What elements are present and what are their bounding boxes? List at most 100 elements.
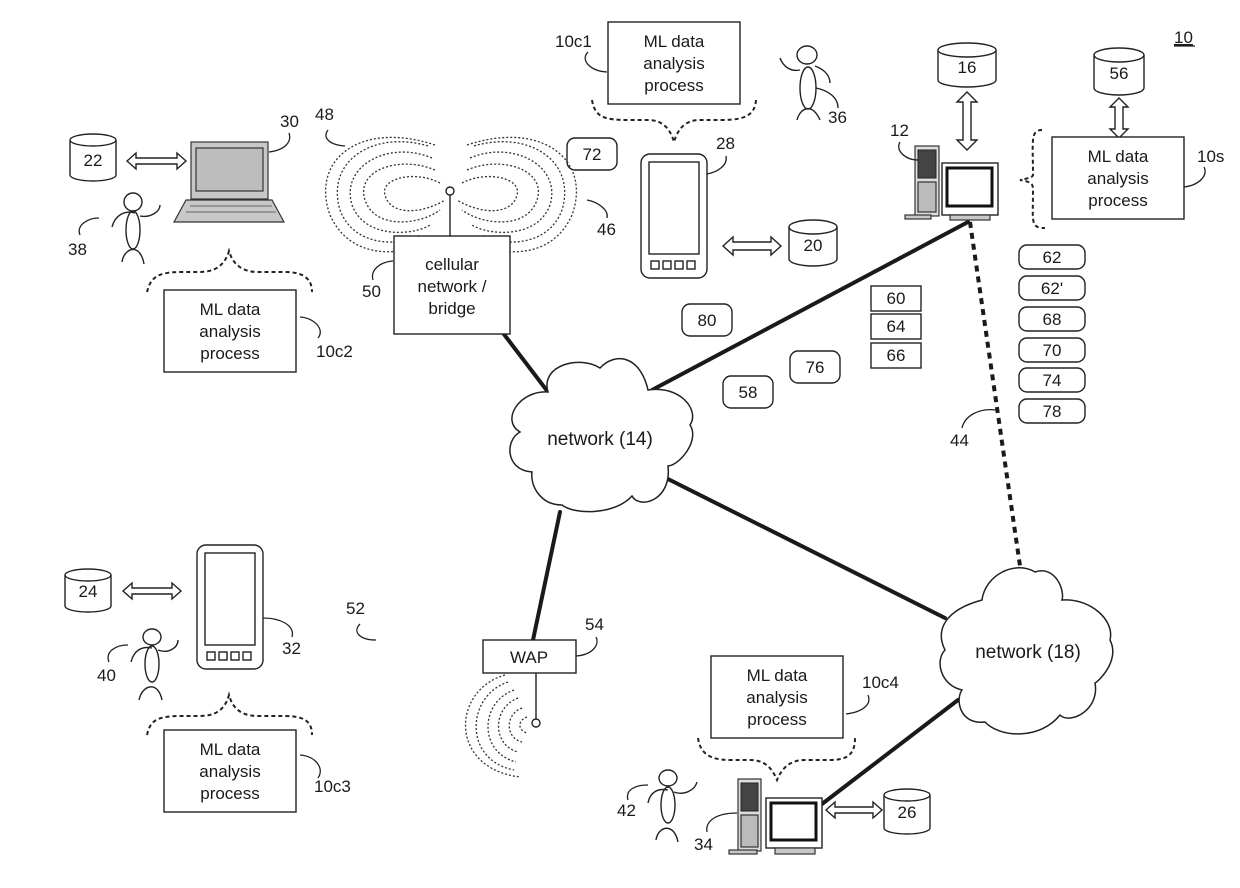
storage-56: 56 xyxy=(1093,47,1145,96)
leader-28 xyxy=(706,155,727,175)
storage-22: 22 xyxy=(69,133,117,182)
user-42-ref: 42 xyxy=(617,801,636,820)
process-10c4-line1: ML data xyxy=(747,666,808,685)
server-12-ref: 12 xyxy=(890,121,909,140)
user-36-ref: 36 xyxy=(828,108,847,127)
process-10c4-line3: process xyxy=(747,710,807,729)
bridge-line3: bridge xyxy=(428,299,475,318)
tag-column: 62 62' 68 70 74 78 xyxy=(1018,244,1086,424)
leader-10s xyxy=(1183,166,1206,188)
desktop-computer-34 xyxy=(728,778,823,855)
tag-80: 80 xyxy=(698,311,717,330)
process-10c3-line1: ML data xyxy=(200,740,261,759)
process-10c1-line1: ML data xyxy=(644,32,705,51)
storage-16-label: 16 xyxy=(958,58,977,77)
process-box-10c3: ML data analysis process xyxy=(163,729,297,813)
tag-58: 58 xyxy=(739,383,758,402)
double-arrow-16-12 xyxy=(955,91,979,151)
leader-10c1 xyxy=(584,51,608,73)
process-10c4-line2: analysis xyxy=(746,688,807,707)
storage-20: 20 xyxy=(788,219,838,267)
tag-78: 78 xyxy=(1043,402,1062,421)
tag-66: 66 xyxy=(887,346,906,365)
wap-waves xyxy=(464,673,541,778)
tag-74: 74 xyxy=(1043,371,1062,390)
leader-52 xyxy=(356,623,377,641)
process-10c1-line2: analysis xyxy=(643,54,704,73)
double-arrow-24-32 xyxy=(121,581,183,601)
desktop-34-ref: 34 xyxy=(694,835,713,854)
link-52-ref: 52 xyxy=(346,599,365,618)
process-10s-line1: ML data xyxy=(1088,147,1149,166)
server-computer-12 xyxy=(904,145,999,221)
network-14-label: network (14) xyxy=(547,429,653,450)
leader-42 xyxy=(626,784,649,801)
system-diagram: network (14) network (18) 10 16 56 12 ML… xyxy=(0,0,1240,888)
process-10s-ref: 10s xyxy=(1197,147,1224,166)
laptop-30 xyxy=(172,141,286,223)
cellular-waves xyxy=(324,136,578,253)
storage-24: 24 xyxy=(64,568,112,613)
process-10s-line2: analysis xyxy=(1087,169,1148,188)
leader-32 xyxy=(262,617,293,638)
leader-34 xyxy=(706,812,738,833)
smartphone-28 xyxy=(640,153,708,279)
link-48-ref: 48 xyxy=(315,105,334,124)
storage-22-label: 22 xyxy=(84,151,103,170)
tag-70: 70 xyxy=(1043,341,1062,360)
leader-10c4 xyxy=(845,694,870,715)
brace-10c4 xyxy=(697,737,856,783)
process-10c3-ref: 10c3 xyxy=(314,777,351,796)
network-18-label: network (18) xyxy=(975,642,1081,663)
wap-54-ref: 54 xyxy=(585,615,604,634)
square-tags: 60 64 66 xyxy=(870,285,922,369)
leader-40 xyxy=(107,644,129,663)
process-box-10c1: ML data analysis process xyxy=(607,21,741,105)
link-bridge-network14 xyxy=(501,331,550,394)
link-network14-wap xyxy=(531,510,562,642)
leader-46 xyxy=(586,199,608,219)
wap-label: WAP xyxy=(510,648,548,667)
tag-64: 64 xyxy=(887,317,906,336)
double-arrow-28-20 xyxy=(721,235,783,257)
process-10c2-ref: 10c2 xyxy=(316,342,353,361)
brace-10c2 xyxy=(146,247,313,293)
user-40-ref: 40 xyxy=(97,666,116,685)
process-10c2-line3: process xyxy=(200,344,260,363)
link-network14-network18 xyxy=(662,475,947,620)
process-10s-line3: process xyxy=(1088,191,1148,210)
process-10c4-ref: 10c4 xyxy=(862,673,899,692)
link-44-ref: 44 xyxy=(950,431,969,450)
leader-10c2 xyxy=(299,316,321,339)
storage-24-label: 24 xyxy=(79,582,98,601)
diagram-canvas: network (14) network (18) 10 16 56 12 ML… xyxy=(64,21,1224,855)
tag-76: 76 xyxy=(806,358,825,377)
user-38-ref: 38 xyxy=(68,240,87,259)
process-10c1-line3: process xyxy=(644,76,704,95)
tag-62: 62 xyxy=(1043,248,1062,267)
process-10c1-ref: 10c1 xyxy=(555,32,592,51)
storage-26-label: 26 xyxy=(898,803,917,822)
brace-10c3 xyxy=(146,691,313,736)
cellular-bridge-box: cellular network / bridge xyxy=(393,235,511,335)
process-10c3-line2: analysis xyxy=(199,762,260,781)
laptop-30-ref: 30 xyxy=(280,112,299,131)
process-box-10c4: ML data analysis process xyxy=(710,655,844,739)
link-44-dashed xyxy=(968,221,1022,567)
storage-16: 16 xyxy=(937,42,997,88)
double-arrow-34-26 xyxy=(824,800,884,820)
smartphone-32-ref: 32 xyxy=(282,639,301,658)
double-arrow-22-30 xyxy=(125,151,188,171)
storage-20-label: 20 xyxy=(804,236,823,255)
figure-reference: 10 xyxy=(1174,28,1193,47)
leader-10c3 xyxy=(299,754,321,779)
bridge-50-ref: 50 xyxy=(362,282,381,301)
process-10c2-line2: analysis xyxy=(199,322,260,341)
brace-10s xyxy=(1019,129,1046,229)
tag-68: 68 xyxy=(1043,310,1062,329)
bridge-line2: network / xyxy=(418,277,487,296)
tag-62-prime: 62' xyxy=(1041,279,1063,298)
user-42 xyxy=(647,769,698,843)
leader-38 xyxy=(78,217,100,236)
user-38 xyxy=(111,192,161,265)
